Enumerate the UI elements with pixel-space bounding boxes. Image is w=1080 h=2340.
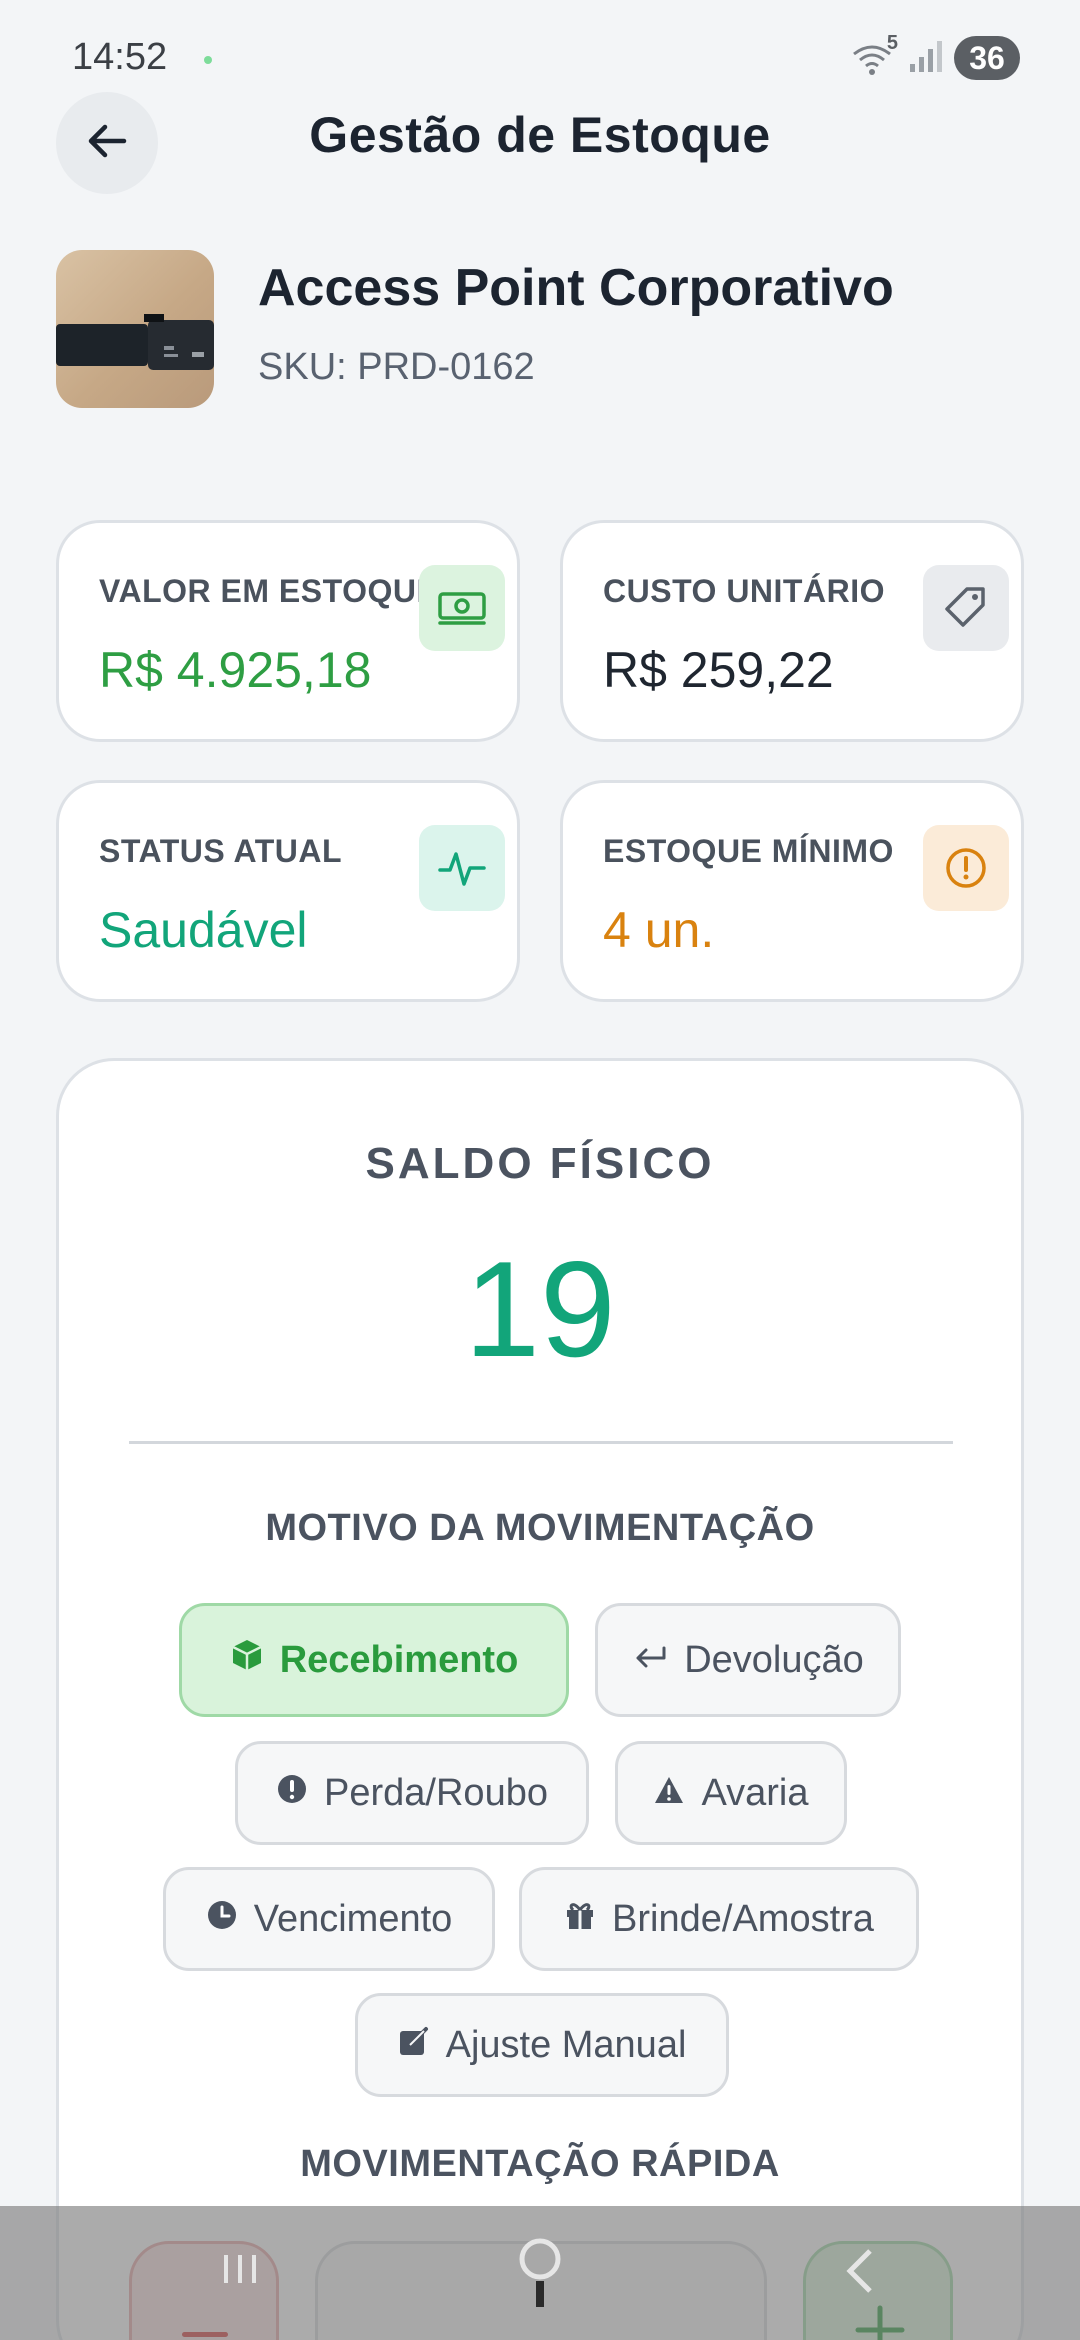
motivo-label: MOTIVO DA MOVIMENTAÇÃO: [265, 1507, 815, 1549]
recents-icon: [210, 2241, 270, 2306]
signal-icon: [908, 38, 944, 79]
status-icons: 5 36: [850, 32, 1020, 80]
cube-icon: [230, 1638, 264, 1682]
card-label: STATUS ATUAL: [99, 833, 342, 869]
gift-icon: [564, 1898, 596, 1941]
chip-brinde-amostra[interactable]: Brinde/Amostra: [519, 1867, 919, 1971]
chip-label: Brinde/Amostra: [612, 1897, 874, 1940]
battery-indicator: 36: [954, 36, 1020, 80]
chip-perda-roubo[interactable]: Perda/Roubo: [235, 1741, 589, 1845]
chip-label: Perda/Roubo: [324, 1771, 548, 1814]
card-valor-estoque: VALOR EM ESTOQUE R$ 4.925,18: [56, 520, 520, 742]
card-custo-unitario: CUSTO UNITÁRIO R$ 259,22: [560, 520, 1024, 742]
banknote-icon: [419, 565, 505, 651]
page-title: Gestão de Estoque: [309, 107, 771, 163]
clock-icon: [206, 1898, 238, 1941]
product-header: Access Point Corporativo SKU: PRD-0162: [56, 250, 1026, 410]
edit-icon: [398, 2024, 430, 2067]
product-sku: SKU: PRD-0162: [258, 346, 535, 388]
wifi-label: 5: [886, 32, 898, 54]
tag-icon: [923, 565, 1009, 651]
nav-back-button[interactable]: [760, 2206, 960, 2340]
card-estoque-minimo: ESTOQUE MÍNIMO 4 un.: [560, 780, 1024, 1002]
warning-triangle-icon: [653, 1772, 685, 1815]
chevron-left-icon: [830, 2241, 890, 2306]
card-value: R$ 4.925,18: [99, 642, 372, 698]
card-label: VALOR EM ESTOQUE: [99, 573, 439, 609]
card-value: R$ 259,22: [603, 642, 834, 698]
alert-circle-icon: [923, 825, 1009, 911]
product-image: [56, 250, 214, 408]
header: Gestão de Estoque: [0, 92, 1080, 194]
return-arrow-icon: [632, 1639, 668, 1682]
chip-label: Ajuste Manual: [445, 2023, 687, 2066]
activity-icon: [419, 825, 505, 911]
system-navigation-bar: [0, 2206, 1080, 2340]
notification-dot: [204, 56, 212, 64]
chip-label: Avaria: [701, 1771, 809, 1814]
home-icon: [510, 2231, 570, 2316]
divider: [129, 1441, 953, 1444]
status-time: 14:52: [72, 36, 168, 78]
chip-recebimento[interactable]: Recebimento: [179, 1603, 569, 1717]
card-label: CUSTO UNITÁRIO: [603, 573, 885, 609]
chip-devolucao[interactable]: Devolução: [595, 1603, 901, 1717]
card-value: Saudável: [99, 902, 308, 958]
chip-ajuste-manual[interactable]: Ajuste Manual: [355, 1993, 729, 2097]
chip-vencimento[interactable]: Vencimento: [163, 1867, 495, 1971]
product-name: Access Point Corporativo: [258, 259, 894, 317]
nav-recents-button[interactable]: [140, 2206, 340, 2340]
wifi-icon: 5: [850, 32, 898, 78]
chip-label: Vencimento: [253, 1897, 453, 1940]
rapida-label: MOVIMENTAÇÃO RÁPIDA: [300, 2143, 780, 2185]
card-status-atual: STATUS ATUAL Saudável: [56, 780, 520, 1002]
stock-panel: SALDO FÍSICO 19 MOTIVO DA MOVIMENTAÇÃO R…: [56, 1058, 1024, 2340]
card-label: ESTOQUE MÍNIMO: [603, 833, 894, 869]
nav-home-button[interactable]: [440, 2206, 640, 2340]
metric-cards: VALOR EM ESTOQUE R$ 4.925,18 CUSTO UNITÁ…: [56, 520, 1024, 1002]
chip-label: Devolução: [684, 1638, 864, 1681]
card-value: 4 un.: [603, 902, 715, 958]
saldo-label: SALDO FÍSICO: [365, 1139, 715, 1188]
saldo-value: 19: [464, 1233, 616, 1385]
exclamation-circle-icon: [276, 1772, 308, 1815]
chip-avaria[interactable]: Avaria: [615, 1741, 847, 1845]
chip-label: Recebimento: [279, 1638, 519, 1681]
